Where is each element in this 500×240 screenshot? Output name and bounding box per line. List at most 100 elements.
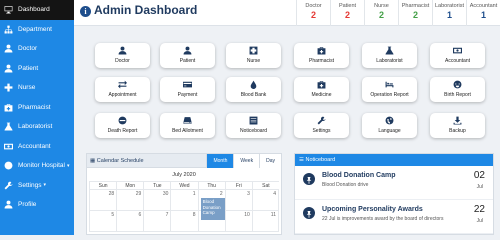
tile-label: Pharmacist xyxy=(308,58,334,64)
calendar-event[interactable]: Blood Donation Camp xyxy=(200,198,225,220)
tile-label: Bed Allotment xyxy=(172,128,203,134)
flask-icon xyxy=(362,46,417,56)
sidebar-item-label: Profile xyxy=(18,201,37,209)
notice-item[interactable]: Blood Donation Camp Blood Donation drive… xyxy=(295,166,493,200)
calendar-day[interactable]: 6 xyxy=(116,211,144,232)
stat-label: Doctor xyxy=(305,3,322,9)
sidebar-item-accountant[interactable]: Accountant xyxy=(0,137,74,157)
medkit-icon xyxy=(294,46,349,56)
sidebar-item-label: Settings xyxy=(18,181,42,189)
calendar-day[interactable]: 2 Blood Donation Camp xyxy=(197,190,225,220)
tile-medicine[interactable]: Medicine xyxy=(294,77,349,102)
tile-patient[interactable]: Patient xyxy=(160,43,215,68)
calendar-grid: Sun Mon Tue Wed Thu Fri Sat 28 29 30 1 2… xyxy=(87,181,281,232)
calendar-day[interactable]: 8 xyxy=(170,211,198,232)
tile-death-report[interactable]: Death Report xyxy=(95,113,150,138)
notice-subtitle: Blood Donation drive xyxy=(322,182,369,188)
sidebar-item-pharmacist[interactable]: Pharmacist xyxy=(0,98,74,118)
month-view-button[interactable]: Month xyxy=(206,154,234,168)
sidebar-item-patient[interactable]: Patient xyxy=(0,59,74,79)
info-icon: i xyxy=(80,6,91,17)
calendar-day[interactable]: 4 xyxy=(251,190,279,211)
sidebar-item-department[interactable]: Department xyxy=(0,20,74,40)
sidebar-item-monitor-hospital[interactable]: Monitor Hospital ▾ xyxy=(0,156,74,176)
stat-pharmacist[interactable]: Pharmacist 2 xyxy=(398,0,432,26)
stat-value: 2 xyxy=(310,10,316,20)
calendar-day[interactable]: 7 xyxy=(143,211,171,232)
tile-accountant[interactable]: Accountant xyxy=(430,43,485,68)
tile-noticeboard[interactable]: Noticeboard xyxy=(226,113,281,138)
sidebar-item-settings[interactable]: Settings ▾ xyxy=(0,176,74,196)
tile-doctor[interactable]: Doctor xyxy=(95,43,150,68)
stat-label: Patient xyxy=(338,3,357,9)
calendar-view-switch: Month Week Day xyxy=(206,154,281,168)
noticeboard-header: ☰ Noticeboard xyxy=(295,154,493,166)
hdd-icon xyxy=(160,116,215,126)
weekday-label: Thu xyxy=(197,181,225,190)
calendar-day[interactable]: 5 xyxy=(89,211,117,232)
calendar-day[interactable]: 30 xyxy=(143,190,171,211)
tile-pharmacist[interactable]: Pharmacist xyxy=(294,43,349,68)
calendar-day[interactable]: 11 xyxy=(251,211,279,232)
money-icon xyxy=(430,46,485,56)
minus-circle-icon xyxy=(95,116,150,126)
sidebar-item-label: Nurse xyxy=(18,84,36,92)
stat-patient[interactable]: Patient 2 xyxy=(330,0,364,26)
notice-subtitle: 22 Jul is improvements award by the boar… xyxy=(322,216,444,222)
tile-operation-report[interactable]: Operation Report xyxy=(362,77,417,102)
plus-icon xyxy=(226,46,281,56)
tile-bed-allotment[interactable]: Bed Allotment xyxy=(160,113,215,138)
flask-icon xyxy=(3,122,13,132)
calendar-header: ▦ Calendar Schedule Month Week Day xyxy=(87,154,281,168)
tile-label: Language xyxy=(378,128,401,134)
user-icon xyxy=(160,46,215,56)
tile-laboratorist[interactable]: Laboratorist xyxy=(362,43,417,68)
notice-item[interactable]: Upcoming Personality Awards 22 Jul is im… xyxy=(295,200,493,234)
tile-appointment[interactable]: Appointment xyxy=(95,77,150,102)
chevron-down-icon: ▾ xyxy=(43,182,47,189)
tile-language[interactable]: Language xyxy=(362,113,417,138)
stat-accountant[interactable]: Accountant 1 xyxy=(466,0,500,26)
weekday-label: Wed xyxy=(170,181,198,190)
tile-blood-bank[interactable]: Blood Bank xyxy=(226,77,281,102)
tile-backup[interactable]: Backup xyxy=(430,113,485,138)
chevron-down-icon: ▾ xyxy=(66,162,70,169)
stat-label: Pharmacist xyxy=(401,3,430,9)
calendar-day[interactable]: 28 xyxy=(89,190,117,211)
tile-label: Doctor xyxy=(115,58,130,64)
tile-label: Birth Report xyxy=(444,92,471,98)
day-view-button[interactable]: Day xyxy=(259,154,281,168)
tile-birth-report[interactable]: Birth Report xyxy=(430,77,485,102)
sidebar-item-laboratorist[interactable]: Laboratorist xyxy=(0,117,74,137)
tile-label: Accountant xyxy=(444,58,471,64)
header: i Admin Dashboard Doctor 2 Patient 2 Nurse… xyxy=(74,0,500,26)
week-view-button[interactable]: Week xyxy=(233,154,260,168)
sidebar-item-profile[interactable]: Profile xyxy=(0,195,74,215)
user-doctor-icon xyxy=(95,46,150,56)
tile-settings[interactable]: Settings xyxy=(294,113,349,138)
stat-nurse[interactable]: Nurse 2 xyxy=(364,0,398,26)
user-icon xyxy=(3,200,13,210)
stat-value: 1 xyxy=(480,10,486,20)
hospital-bed-icon xyxy=(362,80,417,90)
sidebar-item-nurse[interactable]: Nurse xyxy=(0,78,74,98)
calendar-day[interactable]: 10 xyxy=(224,211,252,232)
stat-laboratorist[interactable]: Laboratorist 1 xyxy=(432,0,466,26)
sidebar-item-label: Patient xyxy=(18,64,39,72)
sidebar-item-label: Laboratorist xyxy=(18,123,53,131)
tile-payment[interactable]: Payment xyxy=(160,77,215,102)
stat-doctor[interactable]: Doctor 2 xyxy=(296,0,330,26)
weekday-label: Sat xyxy=(251,181,279,190)
tile-label: Patient xyxy=(179,58,196,64)
stat-value: 1 xyxy=(446,10,452,20)
weekday-label: Mon xyxy=(116,181,144,190)
tile-nurse[interactable]: Nurse xyxy=(226,43,281,68)
calendar-day[interactable]: 1 xyxy=(170,190,198,211)
tile-label: Appointment xyxy=(108,92,137,98)
calendar-day[interactable]: 3 xyxy=(224,190,252,211)
pushpin-icon xyxy=(303,207,315,219)
sidebar-item-dashboard[interactable]: Dashboard xyxy=(0,0,74,20)
calendar-day[interactable]: 29 xyxy=(116,190,144,211)
sidebar-item-doctor[interactable]: Doctor xyxy=(0,39,74,59)
download-icon xyxy=(430,116,485,126)
